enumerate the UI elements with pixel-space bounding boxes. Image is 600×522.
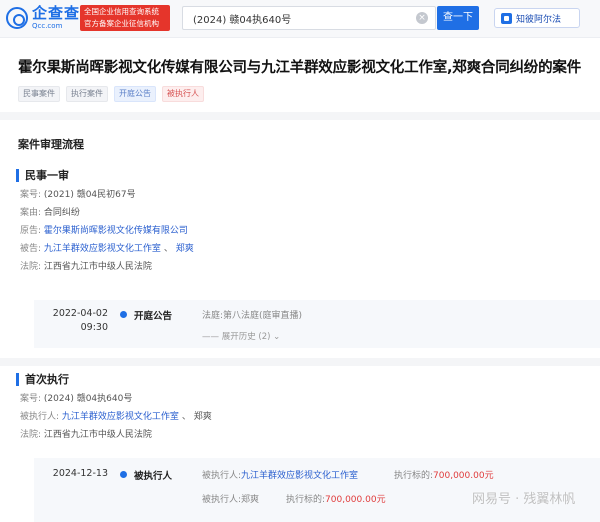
qcc-logo-icon	[6, 7, 28, 29]
logo-sub: Qcc.com	[32, 22, 63, 30]
executed-detail-row1: 被执行人:九江羊群效应影视文化工作室	[202, 468, 358, 481]
defendant2-link[interactable]: 郑爽	[176, 244, 194, 254]
logo-text: 企查查 Qcc.com	[32, 6, 80, 30]
row1-label: 被执行人:	[202, 471, 242, 481]
stage-bar	[16, 168, 19, 182]
tag-court-notice[interactable]: 开庭公告	[114, 86, 156, 102]
stage-name: 民事一审	[25, 169, 69, 182]
defendant-label: 被告:	[20, 244, 42, 254]
row2-value: 郑爽	[241, 495, 260, 505]
zhiyun-icon	[501, 12, 512, 24]
timeline-dot	[120, 311, 127, 318]
plaintiff-label: 原告:	[20, 226, 42, 236]
defendant-separator: 、	[163, 244, 173, 254]
case-cause-label: 案由:	[20, 208, 42, 218]
executed-person-row: 被执行人: 九江羊群效应影视文化工作室 、 郑爽	[10, 408, 600, 426]
stage-first-enforcement: 首次执行 案号: (2024) 赣04执640号 被执行人: 九江羊群效应影视文…	[10, 368, 600, 444]
court-label: 法院:	[20, 430, 42, 440]
row1-amount-label: 执行标的:	[394, 471, 434, 481]
executed-amount-row1: 执行标的:700,000.00元	[394, 468, 494, 481]
row2-amount: 700,000.00元	[325, 495, 386, 505]
badge-line1: 全国企业信用查询系统	[84, 7, 159, 16]
clear-icon[interactable]: ×	[416, 12, 428, 24]
stage-header: 民事一审	[10, 164, 600, 186]
defendant-link[interactable]: 九江羊群效应影视文化工作室	[44, 244, 161, 254]
executed-detail-row2: 被执行人:郑爽	[202, 492, 259, 505]
logo-name: 企查查	[32, 4, 81, 22]
timeline-dot	[120, 471, 127, 478]
plaintiff-row: 原告: 霍尔果斯尚晖影视文化传媒有限公司	[10, 222, 600, 240]
executed-person-link[interactable]: 九江羊群效应影视文化工作室	[62, 412, 179, 422]
executed-separator: 、	[181, 412, 191, 422]
case-number-label: 案号:	[20, 394, 42, 404]
top-header: 企查查 Qcc.com 全国企业信用查询系统 官方备案企业征信机构 × 查一下 …	[0, 0, 600, 38]
event-date: 2024-12-13	[52, 468, 108, 479]
event-detail-value: 第八法庭(庭审直播)	[223, 311, 303, 321]
defendant-row: 被告: 九江羊群效应影视文化工作室 、 郑爽	[10, 240, 600, 258]
event-detail-label: 法庭:	[202, 311, 224, 321]
stage-civil-first-instance: 民事一审 案号: (2021) 赣04民初67号 案由: 合同纠纷 原告: 霍尔…	[10, 164, 600, 276]
case-number: (2024) 赣04执640号	[43, 394, 133, 404]
case-cause: 合同纠纷	[43, 208, 80, 218]
court-label: 法院:	[20, 262, 42, 272]
section-divider	[0, 112, 600, 120]
case-tags: 民事案件 执行案件 开庭公告 被执行人	[18, 86, 204, 102]
case-cause-row: 案由: 合同纠纷	[10, 204, 600, 222]
stage-bar	[16, 372, 19, 386]
court-name: 江西省九江市中级人民法院	[43, 430, 152, 440]
case-number-row: 案号: (2024) 赣04执640号	[10, 390, 600, 408]
timeline-event-court-notice: 2022-04-02 09:30 开庭公告 法庭:第八法庭(庭审直播) —— 展…	[34, 300, 600, 348]
expand-history[interactable]: —— 展开历史 (2) ⌄	[202, 330, 280, 342]
case-number: (2021) 赣04民初67号	[43, 190, 136, 200]
case-title: 霍尔果斯尚晖影视文化传媒有限公司与九江羊群效应影视文化工作室,郑爽合同纠纷的案件	[18, 60, 582, 76]
search-input[interactable]	[183, 7, 413, 29]
row2-amount-label: 执行标的:	[286, 495, 326, 505]
expand-history-label: 展开历史 (2)	[221, 332, 271, 342]
chevron-down-icon: ⌄	[273, 332, 281, 342]
executed-amount-row2: 执行标的:700,000.00元	[286, 492, 386, 505]
court-row: 法院: 江西省九江市中级人民法院	[10, 426, 600, 444]
event-label: 被执行人	[134, 471, 173, 482]
court-name: 江西省九江市中级人民法院	[43, 262, 152, 272]
court-row: 法院: 江西省九江市中级人民法院	[10, 258, 600, 276]
zhiyun-label: 知彼阿尔法	[516, 14, 562, 25]
expand-dash: ——	[202, 332, 219, 342]
tag-civil[interactable]: 民事案件	[18, 86, 60, 102]
section-title: 案件审理流程	[18, 138, 84, 151]
official-badge: 全国企业信用查询系统 官方备案企业征信机构	[80, 5, 170, 31]
stage-divider	[0, 358, 600, 366]
case-number-label: 案号:	[20, 190, 42, 200]
event-detail: 法庭:第八法庭(庭审直播)	[202, 308, 302, 321]
stage-name: 首次执行	[25, 373, 69, 386]
executed-person2[interactable]: 郑爽	[194, 412, 212, 422]
badge-line2: 官方备案企业征信机构	[84, 19, 159, 28]
search-box: ×	[182, 6, 436, 30]
plaintiff-link[interactable]: 霍尔果斯尚晖影视文化传媒有限公司	[44, 226, 188, 236]
qcc-logo[interactable]: 企查查 Qcc.com	[6, 6, 80, 30]
event-time: 09:30	[80, 322, 108, 333]
row1-amount: 700,000.00元	[433, 471, 494, 481]
watermark: 网易号 · 残翼林帆	[472, 492, 576, 507]
tag-executed-person[interactable]: 被执行人	[162, 86, 204, 102]
zhiyun-alpha-button[interactable]: 知彼阿尔法	[494, 8, 580, 28]
row1-value[interactable]: 九江羊群效应影视文化工作室	[241, 471, 358, 481]
event-date: 2022-04-02	[52, 308, 108, 319]
case-number-row: 案号: (2021) 赣04民初67号	[10, 186, 600, 204]
row2-label: 被执行人:	[202, 495, 242, 505]
search-button[interactable]: 查一下	[437, 6, 479, 30]
stage-header: 首次执行	[10, 368, 600, 390]
executed-person-label: 被执行人:	[20, 412, 60, 422]
event-label: 开庭公告	[134, 311, 173, 322]
tag-enforcement[interactable]: 执行案件	[66, 86, 108, 102]
